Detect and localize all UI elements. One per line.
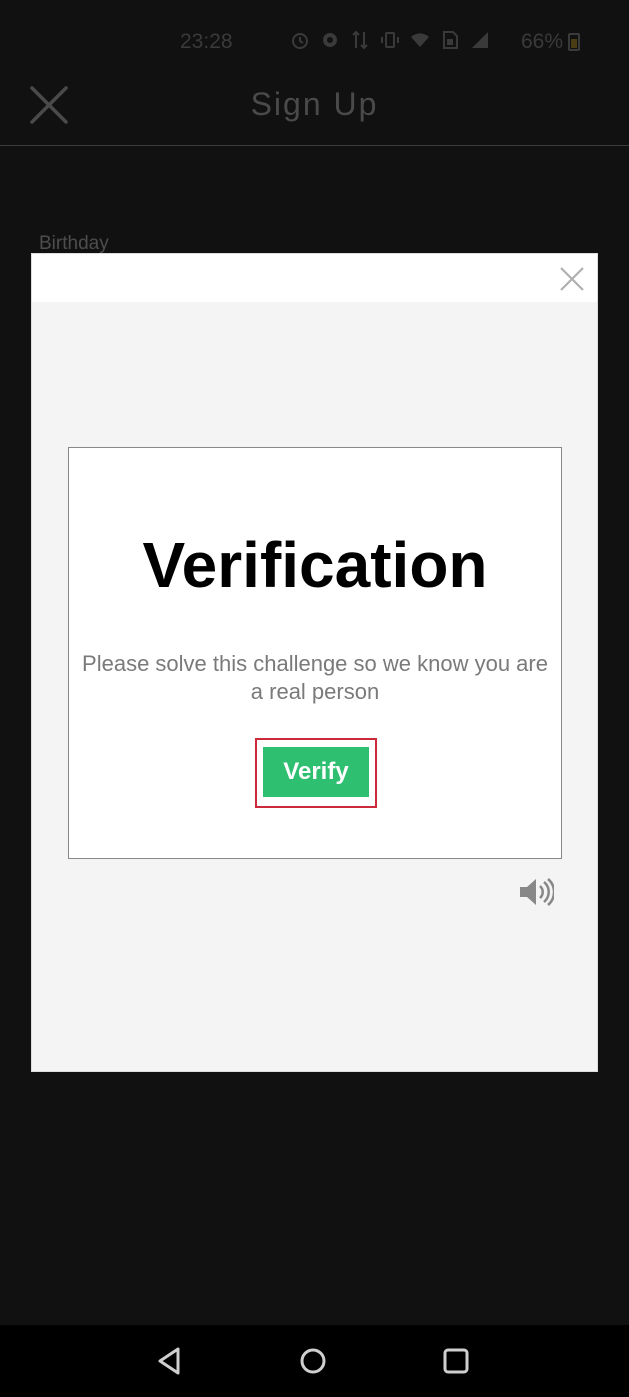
status-icons bbox=[290, 30, 490, 50]
alarm-icon bbox=[292, 33, 308, 49]
wifi-icon bbox=[411, 33, 429, 47]
audio-challenge-icon[interactable] bbox=[518, 876, 554, 908]
challenge-description: Please solve this challenge so we know y… bbox=[82, 651, 548, 704]
back-icon[interactable] bbox=[152, 1343, 188, 1379]
home-icon[interactable] bbox=[295, 1343, 331, 1379]
dialog-header bbox=[32, 254, 597, 302]
recents-icon[interactable] bbox=[438, 1343, 474, 1379]
verification-dialog: Verification Please solve this challenge… bbox=[31, 253, 598, 1072]
signal-icon bbox=[472, 32, 488, 48]
app-header: Sign Up bbox=[0, 72, 629, 146]
birthday-label: Birthday bbox=[39, 233, 109, 254]
navigation-bar bbox=[0, 1325, 629, 1397]
status-bar: 23:28 66% bbox=[0, 0, 629, 72]
verify-highlight: Verify bbox=[255, 738, 377, 808]
data-saver-icon bbox=[323, 33, 337, 47]
dialog-close-icon[interactable] bbox=[559, 266, 585, 292]
vibrate-icon bbox=[381, 32, 399, 48]
battery-percentage: 66% bbox=[521, 30, 564, 53]
battery-icon bbox=[568, 33, 580, 51]
page-title: Sign Up bbox=[250, 86, 379, 122]
challenge-title: Verification bbox=[142, 529, 488, 601]
challenge-frame: Verification Please solve this challenge… bbox=[68, 447, 562, 859]
verify-button[interactable]: Verify bbox=[263, 747, 369, 797]
screen: 23:28 66% Sign Up Birthday Verification bbox=[0, 0, 629, 1397]
sim-icon bbox=[443, 31, 458, 49]
data-arrows-icon bbox=[352, 30, 368, 50]
status-time: 23:28 bbox=[180, 30, 233, 53]
